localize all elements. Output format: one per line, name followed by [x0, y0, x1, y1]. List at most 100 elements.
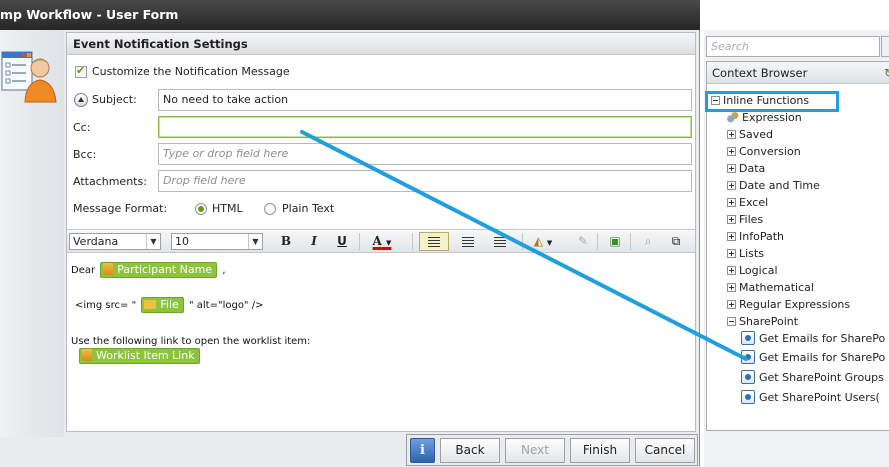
tree-item-label: Logical: [739, 264, 778, 277]
info-icon[interactable]: i: [410, 438, 435, 463]
tree-item-function[interactable]: Get SharePoint Users(: [741, 390, 880, 407]
expand-icon[interactable]: [727, 215, 736, 224]
source-view-icon: ⧉: [671, 234, 681, 248]
tree-item-label: SharePoint: [739, 315, 799, 328]
expand-icon[interactable]: [727, 249, 736, 258]
expand-icon[interactable]: [727, 300, 736, 309]
eraser-button[interactable]: ✎: [572, 232, 594, 251]
source-view-button[interactable]: ⧉: [665, 232, 687, 251]
align-left-button[interactable]: [419, 232, 449, 251]
tree-item-label: Regular Expressions: [739, 298, 851, 311]
tree-item-function[interactable]: Get Emails for SharePo: [741, 331, 885, 348]
subject-label: Subject:: [92, 93, 137, 106]
worklist-token-label: Worklist Item Link: [96, 349, 195, 362]
align-right-icon: [494, 236, 506, 247]
field-token-icon: [103, 263, 114, 275]
collapse-icon[interactable]: [727, 317, 736, 326]
file-token[interactable]: File: [141, 297, 184, 313]
tree-item-mathematical[interactable]: Mathematical: [727, 280, 814, 297]
image-insert-icon: ▣: [609, 234, 621, 248]
worklist-item-link-token[interactable]: Worklist Item Link: [79, 348, 200, 364]
user-form-icon: [1, 51, 57, 103]
refresh-icon[interactable]: ↻: [884, 67, 889, 79]
tree-item-sharepoint[interactable]: SharePoint: [727, 314, 798, 331]
tree-item-expression[interactable]: Expression: [725, 110, 802, 127]
subject-input[interactable]: No need to take action: [158, 89, 692, 111]
tree-item-function[interactable]: Get SharePoint Groups: [741, 370, 884, 387]
expand-icon[interactable]: [727, 283, 736, 292]
panel-header: Event Notification Settings: [67, 33, 695, 55]
font-family-select[interactable]: Verdana ▼: [69, 233, 161, 250]
tree-item-date-and-time[interactable]: Date and Time: [727, 178, 820, 195]
search-icon[interactable]: [881, 36, 889, 57]
function-icon: [741, 331, 755, 345]
font-family-value: Verdana: [73, 235, 119, 248]
tree-item-infopath[interactable]: InfoPath: [727, 229, 784, 246]
font-size-select[interactable]: 10 ▼: [171, 233, 263, 250]
find-button[interactable]: ⌕: [637, 232, 659, 251]
cc-label: Cc:: [73, 121, 91, 134]
customize-message-label: Customize the Notification Message: [92, 65, 290, 78]
participant-token-label: Participant Name: [117, 263, 213, 276]
attachments-input[interactable]: Drop field here: [158, 170, 692, 192]
cc-input[interactable]: [158, 116, 692, 138]
tree-item-excel[interactable]: Excel: [727, 195, 768, 212]
tree-item-label: Excel: [739, 196, 769, 209]
back-button[interactable]: Back: [440, 438, 500, 463]
message-body-editor[interactable]: Dear Participant Name , <img src= " File…: [67, 254, 695, 431]
img-tag-prefix: <img src= ": [75, 300, 137, 311]
finish-button[interactable]: Finish: [570, 438, 630, 463]
tree-item-label: InfoPath: [739, 230, 784, 243]
underline-button[interactable]: U: [331, 232, 353, 251]
expand-icon[interactable]: [727, 181, 736, 190]
context-search-input[interactable]: Search: [706, 36, 880, 57]
font-size-value: 10: [175, 235, 189, 248]
tree-item-label: Get SharePoint Users(: [759, 391, 880, 404]
tree-item-label: Files: [739, 213, 764, 226]
format-html-radio[interactable]: [195, 203, 207, 215]
paint-bucket-icon: ◭: [533, 234, 543, 248]
format-plain-text-radio[interactable]: [264, 203, 276, 215]
tree-item-regular-expressions[interactable]: Regular Expressions: [727, 297, 850, 314]
align-center-button[interactable]: [455, 232, 481, 251]
subject-expand-icon[interactable]: [74, 93, 88, 107]
expand-icon[interactable]: [727, 164, 736, 173]
wizard-window: mp Workflow - User Form Event Notificati…: [0, 0, 700, 467]
expand-icon[interactable]: [727, 130, 736, 139]
participant-name-token[interactable]: Participant Name: [100, 262, 218, 278]
tree-item-label: Get Emails for SharePo: [759, 351, 886, 364]
insert-image-button[interactable]: ▣: [604, 232, 626, 251]
tree-item-data[interactable]: Data: [727, 161, 765, 178]
greeting-text: Dear: [71, 265, 96, 276]
cancel-button[interactable]: Cancel: [635, 438, 695, 463]
format-html-label: HTML: [212, 202, 243, 215]
magnifier-icon: ⌕: [644, 234, 652, 248]
expand-icon[interactable]: [727, 232, 736, 241]
font-color-button[interactable]: A ▼: [365, 232, 399, 251]
tree-item-saved[interactable]: Saved: [727, 127, 773, 144]
tree-item-label: Get Emails for SharePo: [759, 332, 886, 345]
tree-item-conversion[interactable]: Conversion: [727, 144, 801, 161]
format-plain-text-label: Plain Text: [282, 202, 335, 215]
tree-item-files[interactable]: Files: [727, 212, 763, 229]
expand-icon[interactable]: [727, 198, 736, 207]
bcc-input[interactable]: Type or drop field here: [158, 143, 692, 165]
italic-button[interactable]: I: [303, 232, 325, 251]
bold-button[interactable]: B: [275, 232, 297, 251]
editor-worklist-line: Worklist Item Link: [77, 348, 202, 364]
tree-item-label: Data: [739, 162, 766, 175]
highlight-color-button[interactable]: ◭ ▼: [528, 232, 558, 251]
customize-message-checkbox[interactable]: [75, 64, 87, 78]
expand-icon[interactable]: [727, 147, 736, 156]
next-button[interactable]: Next: [505, 438, 565, 463]
chevron-down-icon: ▼: [146, 234, 160, 249]
tree-item-function[interactable]: Get Emails for SharePo: [741, 350, 885, 367]
img-tag-suffix: " alt="logo" />: [188, 300, 264, 311]
tree-item-logical[interactable]: Logical: [727, 263, 778, 280]
align-right-button[interactable]: [487, 232, 513, 251]
expand-icon[interactable]: [727, 266, 736, 275]
tree-item-lists[interactable]: Lists: [727, 246, 764, 263]
greeting-comma: ,: [222, 265, 226, 276]
tree-item-label: Conversion: [739, 145, 801, 158]
chevron-down-icon: ▼: [248, 234, 262, 249]
